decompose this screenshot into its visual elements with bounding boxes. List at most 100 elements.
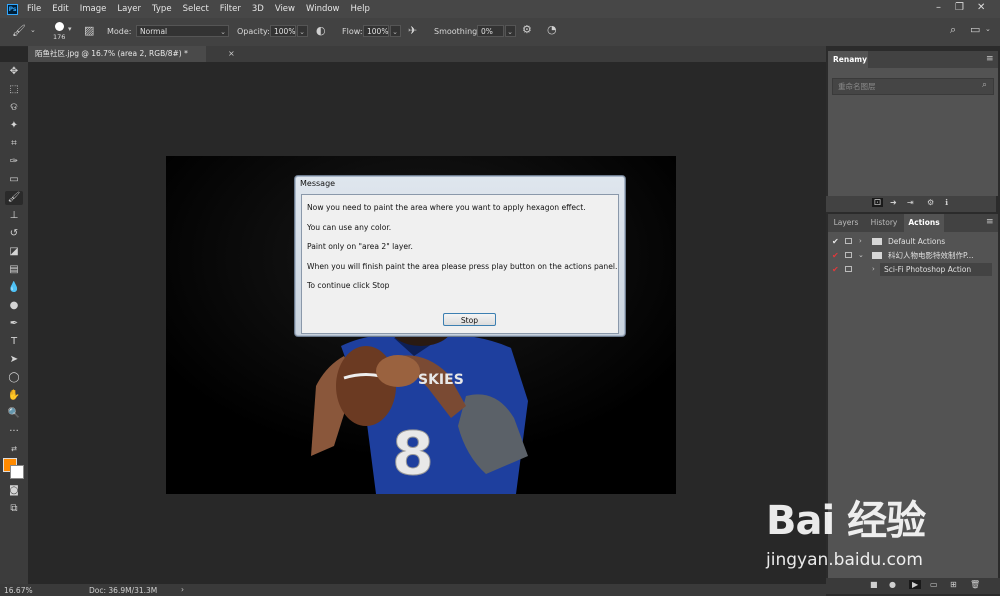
- zoom-level[interactable]: 16.67%: [4, 586, 33, 595]
- status-menu-arrow[interactable]: ›: [181, 585, 184, 594]
- check-icon[interactable]: ✔: [832, 235, 839, 248]
- tab-layers[interactable]: Layers: [828, 214, 864, 232]
- message-dialog: Message Now you need to paint the area w…: [294, 175, 626, 337]
- chevron-right-icon[interactable]: ›: [872, 263, 875, 276]
- chevron-down-icon[interactable]: ⌄: [985, 25, 991, 33]
- search-icon[interactable]: ⌕: [982, 80, 987, 90]
- airbrush-icon[interactable]: ✈: [408, 24, 417, 37]
- dialog-toggle-icon[interactable]: [845, 252, 852, 258]
- more-tools-icon[interactable]: ···: [5, 425, 23, 439]
- type-tool-icon[interactable]: T: [5, 335, 23, 349]
- doc-size: Doc: 36.9M/31.3M: [89, 586, 158, 595]
- options-bar: 🖌 ⌄ 176 ▾ ▨ Mode: Normal ⌄ Opacity: 100% …: [0, 18, 1000, 47]
- move-tool-icon[interactable]: ✥: [5, 65, 23, 79]
- stop-icon[interactable]: ■: [870, 580, 878, 589]
- chevron-down-icon[interactable]: ⌄: [858, 249, 864, 262]
- play-icon[interactable]: ▶: [909, 580, 922, 589]
- chevron-right-icon[interactable]: ›: [859, 235, 862, 248]
- record-icon[interactable]: ●: [889, 580, 896, 589]
- menu-image[interactable]: Image: [80, 4, 107, 14]
- menu-3d[interactable]: 3D: [252, 4, 264, 14]
- close-icon[interactable]: ✕: [977, 2, 985, 13]
- restore-icon[interactable]: ❐: [955, 2, 964, 13]
- tab-history[interactable]: History: [864, 214, 904, 232]
- search-icon[interactable]: ⌕: [950, 23, 956, 37]
- new-set-icon[interactable]: ▭: [930, 580, 938, 589]
- healing-brush-tool-icon[interactable]: ▭: [5, 173, 23, 187]
- close-tab-icon[interactable]: ×: [228, 49, 235, 58]
- menu-select[interactable]: Select: [183, 4, 209, 14]
- flow-label: Flow:: [342, 27, 363, 36]
- gradient-tool-icon[interactable]: ▤: [5, 263, 23, 277]
- tab-actions[interactable]: Actions: [904, 214, 944, 232]
- menu-help[interactable]: Help: [351, 4, 370, 14]
- quick-mask-icon[interactable]: ◙: [5, 484, 23, 498]
- action-row[interactable]: ✔ › Sci-Fi Photoshop Action: [828, 263, 998, 276]
- mode-select[interactable]: Normal ⌄: [136, 25, 229, 37]
- gear-icon[interactable]: ⚙: [927, 198, 934, 207]
- smoothing-input[interactable]: 0%: [477, 25, 504, 37]
- menu-filter[interactable]: Filter: [220, 4, 241, 14]
- brush-tool-icon[interactable]: 🖌: [5, 191, 23, 205]
- workspace-icon[interactable]: ▭: [970, 23, 980, 36]
- eyedropper-tool-icon[interactable]: ✑: [5, 155, 23, 169]
- blur-tool-icon[interactable]: 💧: [5, 281, 23, 295]
- opacity-input[interactable]: 100%: [270, 25, 296, 37]
- magic-wand-tool-icon[interactable]: ✦: [5, 119, 23, 133]
- dodge-tool-icon[interactable]: ●: [5, 299, 23, 313]
- pen-tool-icon[interactable]: ✒: [5, 317, 23, 331]
- trash-icon[interactable]: 🗑: [970, 580, 980, 589]
- flow-dropdown[interactable]: ⌄: [390, 25, 401, 37]
- new-action-icon[interactable]: ⊞: [950, 580, 957, 589]
- menu-edit[interactable]: Edit: [52, 4, 68, 14]
- marquee-tool-icon[interactable]: ⬚: [5, 83, 23, 97]
- brush-tool-icon[interactable]: 🖌: [12, 24, 26, 37]
- menu-layer[interactable]: Layer: [117, 4, 141, 14]
- minimize-icon[interactable]: –: [936, 2, 941, 13]
- menu-file[interactable]: File: [27, 4, 41, 14]
- action-set-row[interactable]: ✔ › Default Actions: [828, 235, 998, 248]
- panel-menu-icon[interactable]: ≡: [986, 217, 994, 227]
- flow-input[interactable]: 100%: [363, 25, 389, 37]
- info-icon[interactable]: ℹ: [945, 198, 948, 207]
- screen-mode-icon[interactable]: ⧉: [5, 502, 23, 516]
- watermark-url: jingyan.baidu.com: [766, 550, 923, 570]
- swap-colors-icon[interactable]: ⇄: [5, 442, 23, 456]
- check-icon[interactable]: ✔: [832, 249, 839, 262]
- pressure-opacity-icon[interactable]: ◐: [316, 24, 326, 37]
- brush-panel-icon[interactable]: ▨: [84, 24, 94, 37]
- gear-icon[interactable]: ⚙: [522, 23, 532, 36]
- check-icon[interactable]: ✔: [832, 263, 839, 276]
- lasso-tool-icon[interactable]: ଡ: [5, 101, 23, 115]
- tab-renamy[interactable]: Renamy: [828, 51, 868, 68]
- opacity-dropdown[interactable]: ⌄: [297, 25, 308, 37]
- hand-tool-icon[interactable]: ✋: [5, 389, 23, 403]
- background-color-swatch[interactable]: [10, 465, 24, 479]
- dialog-toggle-icon[interactable]: [845, 238, 852, 244]
- rename-layer-input[interactable]: 重命名图层: [832, 78, 994, 95]
- path-selection-tool-icon[interactable]: ➤: [5, 353, 23, 367]
- arrow-right-icon[interactable]: ➜: [890, 198, 897, 207]
- arrow-right-icon[interactable]: ⇥: [907, 198, 914, 207]
- menu-view[interactable]: View: [275, 4, 295, 14]
- menu-window[interactable]: Window: [306, 4, 340, 14]
- pressure-size-icon[interactable]: ◔: [547, 23, 557, 36]
- history-brush-tool-icon[interactable]: ↺: [5, 227, 23, 241]
- clone-stamp-tool-icon[interactable]: ⊥: [5, 209, 23, 223]
- chevron-down-icon[interactable]: ⌄: [30, 26, 36, 34]
- panel-menu-icon[interactable]: ≡: [986, 54, 994, 64]
- action-set-row[interactable]: ✔ ⌄ 科幻人物电影特效制作P...: [828, 249, 998, 262]
- stop-button[interactable]: Stop: [443, 313, 496, 326]
- dialog-toggle-icon[interactable]: [845, 266, 852, 272]
- document-tab[interactable]: 陌鱼社区.jpg @ 16.7% (area 2, RGB/8#) *: [28, 46, 206, 62]
- panel-icon-row: ⚀ ➜ ⇥ ⚙ ℹ: [826, 196, 996, 212]
- menu-type[interactable]: Type: [152, 4, 172, 14]
- brush-preview-icon[interactable]: [55, 22, 64, 31]
- zoom-tool-icon[interactable]: 🔍: [5, 407, 23, 421]
- crop-tool-icon[interactable]: ⌗: [5, 137, 23, 151]
- action-icon[interactable]: ⚀: [872, 198, 883, 207]
- smoothing-dropdown[interactable]: ⌄: [505, 25, 516, 37]
- brush-picker-arrow-icon[interactable]: ▾: [68, 25, 72, 33]
- eraser-tool-icon[interactable]: ◪: [5, 245, 23, 259]
- ellipse-tool-icon[interactable]: ◯: [5, 371, 23, 385]
